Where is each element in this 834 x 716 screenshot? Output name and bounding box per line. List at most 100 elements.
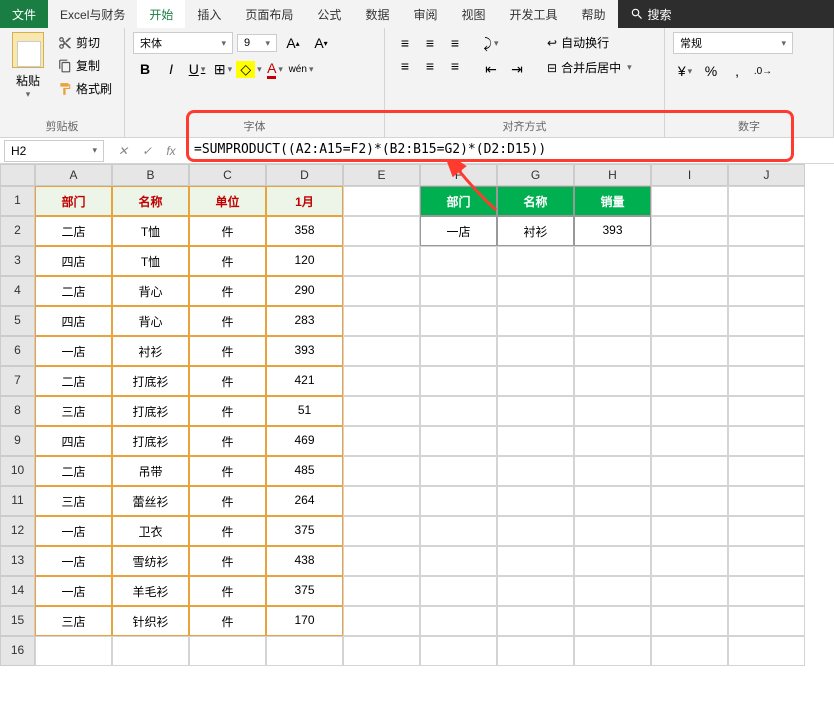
cell-i2[interactable] — [651, 216, 728, 246]
font-size-combo[interactable]: 9 — [237, 34, 277, 52]
cell-e8[interactable] — [343, 396, 420, 426]
italic-button[interactable]: I — [159, 58, 183, 80]
number-format-combo[interactable]: 常规 — [673, 32, 793, 54]
align-bottom-button[interactable]: ≡ — [443, 32, 467, 54]
cell-i5[interactable] — [651, 306, 728, 336]
cell-i9[interactable] — [651, 426, 728, 456]
cell-i1[interactable] — [651, 186, 728, 216]
cell-c4[interactable]: 件 — [189, 276, 266, 306]
spreadsheet[interactable]: A B C D E F G H I J 1 部门 名称 单位 1月 部门 名称 … — [0, 164, 834, 666]
tab-data[interactable]: 数据 — [353, 0, 401, 28]
cell-g1[interactable]: 名称 — [497, 186, 574, 216]
cell-h13[interactable] — [574, 546, 651, 576]
cell-e14[interactable] — [343, 576, 420, 606]
cell-e2[interactable] — [343, 216, 420, 246]
row-head-14[interactable]: 14 — [0, 576, 35, 606]
cell-b13[interactable]: 雪纺衫 — [112, 546, 189, 576]
row-head-13[interactable]: 13 — [0, 546, 35, 576]
cell-j9[interactable] — [728, 426, 805, 456]
cell-d4[interactable]: 290 — [266, 276, 343, 306]
cell-b3[interactable]: T恤 — [112, 246, 189, 276]
cell-b10[interactable]: 吊带 — [112, 456, 189, 486]
cell-a13[interactable]: 一店 — [35, 546, 112, 576]
font-color-button[interactable]: A — [263, 58, 287, 80]
col-head-c[interactable]: C — [189, 164, 266, 186]
cell-i3[interactable] — [651, 246, 728, 276]
cell-c1[interactable]: 单位 — [189, 186, 266, 216]
align-left-button[interactable]: ≡ — [393, 55, 417, 77]
cell-i10[interactable] — [651, 456, 728, 486]
cell-g7[interactable] — [497, 366, 574, 396]
increase-indent-button[interactable]: ⇥ — [505, 58, 529, 80]
cell-d7[interactable]: 421 — [266, 366, 343, 396]
row-head-1[interactable]: 1 — [0, 186, 35, 216]
cut-button[interactable]: 剪切 — [54, 32, 116, 53]
cell-j5[interactable] — [728, 306, 805, 336]
cell-a5[interactable]: 四店 — [35, 306, 112, 336]
name-box[interactable]: H2 ▾ — [4, 140, 104, 162]
cell-c11[interactable]: 件 — [189, 486, 266, 516]
cell-d16[interactable] — [266, 636, 343, 666]
cell-a1[interactable]: 部门 — [35, 186, 112, 216]
cell-c2[interactable]: 件 — [189, 216, 266, 246]
tab-home[interactable]: 开始 — [137, 0, 185, 28]
bold-button[interactable]: B — [133, 58, 157, 80]
cell-a16[interactable] — [35, 636, 112, 666]
cell-j6[interactable] — [728, 336, 805, 366]
cell-b1[interactable]: 名称 — [112, 186, 189, 216]
cell-b15[interactable]: 针织衫 — [112, 606, 189, 636]
align-top-button[interactable]: ≡ — [393, 32, 417, 54]
name-box-dropdown-icon[interactable]: ▾ — [92, 145, 97, 156]
row-head-4[interactable]: 4 — [0, 276, 35, 306]
cell-j12[interactable] — [728, 516, 805, 546]
cell-c8[interactable]: 件 — [189, 396, 266, 426]
orientation-button[interactable]: ⤸ — [479, 32, 503, 54]
align-center-button[interactable]: ≡ — [418, 55, 442, 77]
cell-c12[interactable]: 件 — [189, 516, 266, 546]
cell-g13[interactable] — [497, 546, 574, 576]
cell-g12[interactable] — [497, 516, 574, 546]
cell-h4[interactable] — [574, 276, 651, 306]
cell-c6[interactable]: 件 — [189, 336, 266, 366]
cell-d13[interactable]: 438 — [266, 546, 343, 576]
row-head-11[interactable]: 11 — [0, 486, 35, 516]
cell-a7[interactable]: 二店 — [35, 366, 112, 396]
cell-j16[interactable] — [728, 636, 805, 666]
format-painter-button[interactable]: 格式刷 — [54, 78, 116, 99]
cell-g2[interactable]: 衬衫 — [497, 216, 574, 246]
cell-h11[interactable] — [574, 486, 651, 516]
row-head-16[interactable]: 16 — [0, 636, 35, 666]
cell-d11[interactable]: 264 — [266, 486, 343, 516]
cell-e3[interactable] — [343, 246, 420, 276]
cell-f16[interactable] — [420, 636, 497, 666]
cell-a12[interactable]: 一店 — [35, 516, 112, 546]
cancel-formula-button[interactable]: ✕ — [112, 141, 134, 161]
cell-e16[interactable] — [343, 636, 420, 666]
cell-i16[interactable] — [651, 636, 728, 666]
increase-font-button[interactable]: A▴ — [281, 32, 305, 54]
cell-b11[interactable]: 蕾丝衫 — [112, 486, 189, 516]
cell-i8[interactable] — [651, 396, 728, 426]
row-head-6[interactable]: 6 — [0, 336, 35, 366]
cell-g14[interactable] — [497, 576, 574, 606]
cell-i13[interactable] — [651, 546, 728, 576]
col-head-e[interactable]: E — [343, 164, 420, 186]
col-head-d[interactable]: D — [266, 164, 343, 186]
cell-i7[interactable] — [651, 366, 728, 396]
wrap-text-button[interactable]: ↩ 自动换行 — [543, 32, 636, 53]
cell-b14[interactable]: 羊毛衫 — [112, 576, 189, 606]
align-right-button[interactable]: ≡ — [443, 55, 467, 77]
cell-g9[interactable] — [497, 426, 574, 456]
cell-d15[interactable]: 170 — [266, 606, 343, 636]
cell-d10[interactable]: 485 — [266, 456, 343, 486]
col-head-h[interactable]: H — [574, 164, 651, 186]
cell-f13[interactable] — [420, 546, 497, 576]
cell-e5[interactable] — [343, 306, 420, 336]
cell-f7[interactable] — [420, 366, 497, 396]
tab-help[interactable]: 帮助 — [570, 0, 618, 28]
paste-button[interactable]: 粘贴 ▾ — [8, 32, 48, 100]
font-name-combo[interactable]: 宋体 — [133, 32, 233, 54]
row-head-10[interactable]: 10 — [0, 456, 35, 486]
cell-j8[interactable] — [728, 396, 805, 426]
underline-button[interactable]: U — [185, 58, 209, 80]
